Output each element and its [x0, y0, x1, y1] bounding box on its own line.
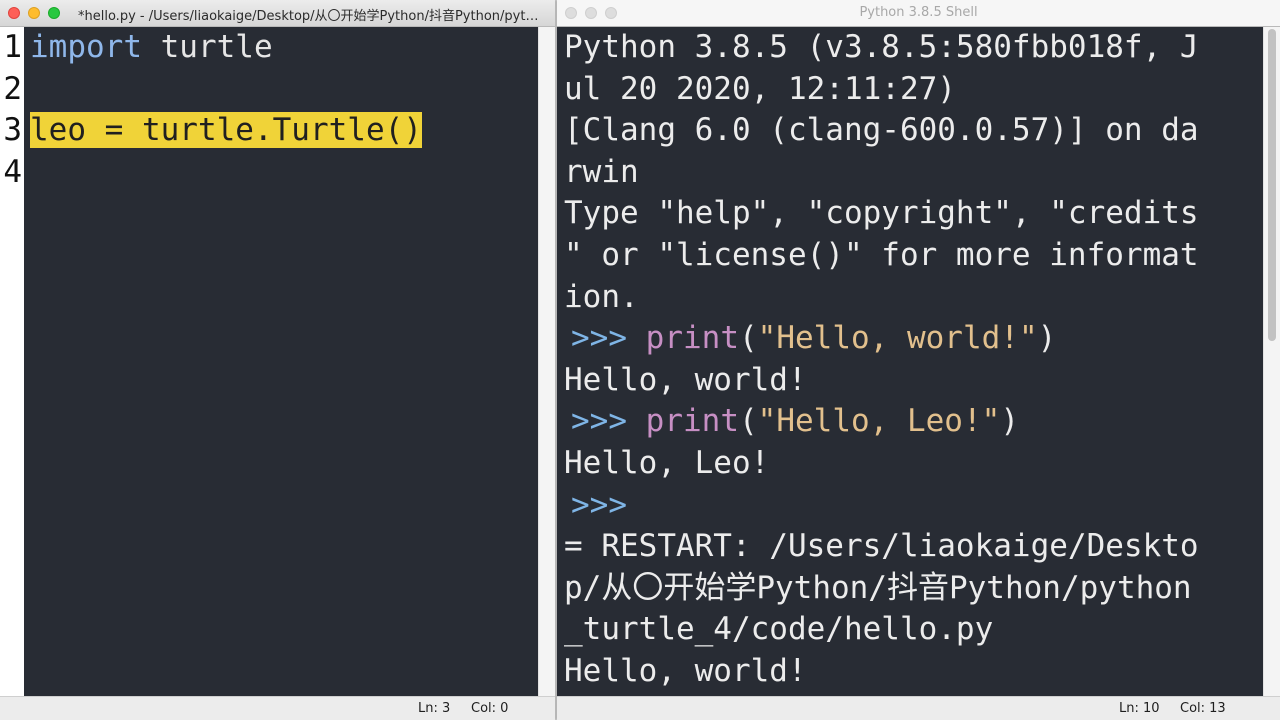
minimize-window-button[interactable]	[28, 7, 40, 19]
editor-status-bar: Ln: 3 Col: 0	[0, 696, 555, 720]
paren: )	[1037, 320, 1057, 357]
shell-scrollbar[interactable]	[1263, 27, 1280, 696]
editor-window: *hello.py - /Users/liaokaige/Desktop/从〇开…	[0, 0, 555, 720]
command-line: >>> print("Hello, Leo!")	[571, 401, 1019, 443]
command-line: >>>	[571, 485, 627, 527]
shell-titlebar[interactable]: Python 3.8.5 Shell	[557, 0, 1280, 27]
banner-line: " or "license()" for more informat	[564, 237, 1199, 273]
code-line-3[interactable]: leo = turtle.Turtle()	[30, 110, 422, 152]
output-line: Hello, world!	[564, 653, 807, 689]
restart-line: p/从〇开始学Python/抖音Python/python	[564, 569, 1192, 606]
code-line-1[interactable]: import turtle	[30, 27, 273, 69]
shell-output[interactable]: Python 3.8.5 (v3.8.5:580fbb018f, J ul 20…	[557, 27, 1263, 696]
line-number-gutter: 1 2 3 4	[0, 27, 24, 696]
builtin-print: print	[645, 320, 739, 357]
shell-prompt: >>>	[571, 403, 627, 440]
banner-line: [Clang 6.0 (clang-600.0.57)] on da	[564, 112, 1199, 149]
code-text: turtle	[141, 29, 273, 65]
shell-window-title: Python 3.8.5 Shell	[859, 5, 978, 20]
code-editor[interactable]: import turtle leo = turtle.Turtle()	[24, 27, 538, 696]
builtin-print: print	[645, 403, 739, 440]
close-window-button[interactable]	[8, 7, 20, 19]
editor-window-title: *hello.py - /Users/liaokaige/Desktop/从〇开…	[78, 9, 540, 24]
selected-code: leo = turtle.Turtle()	[30, 112, 422, 149]
output-line: Hello, Leo!	[564, 445, 770, 481]
paren: (	[739, 403, 758, 440]
keyword-import: import	[30, 29, 142, 65]
cursor-line: Ln: 3	[418, 701, 451, 716]
banner-line: ul 20 2020, 12:11:27)	[564, 70, 956, 107]
line-number: 4	[3, 153, 22, 190]
line-number: 1	[3, 29, 22, 65]
shell-prompt: >>>	[571, 320, 627, 357]
cursor-line: Ln: 10	[1119, 701, 1160, 716]
string-literal: "Hello, world!"	[757, 320, 1038, 357]
restart-line: _turtle_4/code/hello.py	[564, 611, 994, 648]
zoom-window-button[interactable]	[48, 7, 60, 19]
banner-line: Type "help", "copyright", "credits	[564, 195, 1199, 232]
editor-scrollbar[interactable]	[538, 27, 555, 696]
restart-line: = RESTART: /Users/liaokaige/Deskto	[564, 528, 1199, 565]
editor-titlebar[interactable]: *hello.py - /Users/liaokaige/Desktop/从〇开…	[0, 0, 555, 27]
shell-prompt: >>>	[571, 486, 627, 523]
cursor-column: Col: 0	[471, 701, 509, 716]
banner-line: Python 3.8.5 (v3.8.5:580fbb018f, J	[564, 29, 1199, 65]
output-line: Hello, world!	[564, 361, 807, 398]
banner-line: rwin	[564, 153, 639, 190]
shell-window: Python 3.8.5 Shell Python 3.8.5 (v3.8.5:…	[557, 0, 1280, 720]
banner-line: ion.	[564, 278, 639, 315]
shell-status-bar: Ln: 10 Col: 13	[557, 696, 1280, 720]
paren: )	[1000, 403, 1019, 440]
cursor-column: Col: 13	[1180, 701, 1226, 716]
string-literal: "Hello, Leo!"	[757, 403, 1001, 440]
scrollbar-thumb[interactable]	[1268, 29, 1276, 341]
paren: (	[739, 320, 758, 357]
command-line: >>> print("Hello, world!")	[571, 318, 1056, 360]
line-number: 2	[3, 70, 22, 107]
line-number: 3	[3, 112, 22, 149]
